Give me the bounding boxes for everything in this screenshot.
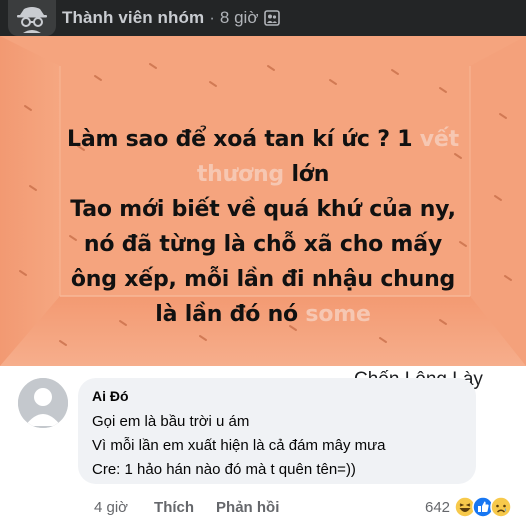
- reaction-count: 642: [425, 498, 451, 516]
- commenter-name[interactable]: Ai Đó: [92, 388, 129, 404]
- meme-line: Tao mới biết về quá khứ của ny,: [70, 197, 456, 222]
- sad-icon: [490, 496, 512, 518]
- post-header: Thành viên nhóm · 8 giờ: [0, 0, 526, 36]
- default-user-icon: [18, 378, 68, 428]
- reply-button[interactable]: Phản hồi: [216, 499, 279, 516]
- comment-reactions[interactable]: 642: [425, 494, 512, 520]
- group-privacy-icon: [264, 10, 281, 26]
- meme-line: nó đã từng là chỗ xã cho mấy: [83, 232, 443, 257]
- separator-dot: ·: [209, 8, 215, 27]
- commenter-avatar[interactable]: [18, 378, 68, 428]
- meme-line: ông xếp, mỗi lần đi nhậu chung: [70, 267, 456, 292]
- meme-line: thương lớn: [196, 162, 330, 187]
- comment-time[interactable]: 4 giờ: [94, 499, 128, 516]
- like-button[interactable]: Thích: [154, 499, 194, 516]
- reaction-icons: [454, 496, 512, 518]
- post-time[interactable]: 8 giờ: [220, 8, 259, 28]
- comment-text-line: Gọi em là bầu trời u ám: [92, 413, 250, 430]
- comment-actions: 4 giờ Thích Phản hồi: [94, 497, 301, 517]
- comment-text-line: Vì mỗi lần em xuất hiện là cả đám mây mư…: [92, 437, 386, 454]
- comment-text-line: Cre: 1 hảo hán nào đó mà t quên tên=)): [92, 461, 356, 478]
- post-author[interactable]: Thành viên nhóm: [62, 8, 204, 28]
- comment-bubble: Ai Đó Gọi em là bầu trời u ám Vì mỗi lần…: [78, 378, 476, 484]
- meme-caption: Làm sao để xoá tan kí ức ? 1 vết thương …: [0, 122, 526, 332]
- meme-line: Làm sao để xoá tan kí ức ? 1 vết: [67, 127, 459, 152]
- anonymous-avatar-icon[interactable]: [8, 0, 56, 36]
- meme-line: là lần đó nó some: [155, 302, 371, 327]
- post-image[interactable]: Làm sao để xoá tan kí ức ? 1 vết thương …: [0, 36, 526, 366]
